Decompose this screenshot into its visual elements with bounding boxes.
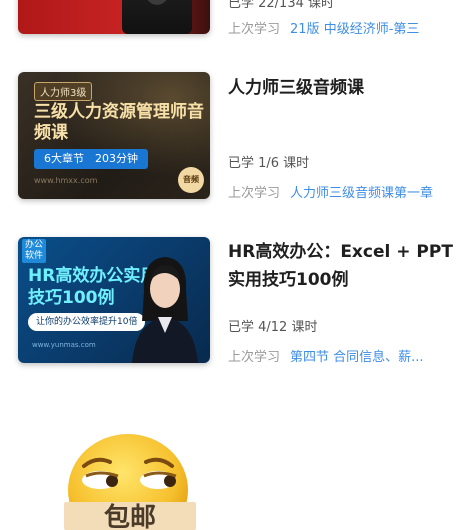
course-thumbnail-3[interactable]: 办公软件 HR高效办公实用技巧100例 让你的办公效率提升10倍 www.yun… xyxy=(18,237,210,363)
last-study-2[interactable]: 上次学习 人力师三级音频课第一章 xyxy=(228,182,464,201)
last-study-1[interactable]: 上次学习 21版 中级经济师-第三 xyxy=(228,18,464,37)
smirk-emoji-icon: 包邮 xyxy=(64,434,196,530)
lecturer-photo xyxy=(122,0,192,34)
thumbnail-url: www.yunmas.com xyxy=(32,341,96,349)
course-progress-2: 已学 1/6 课时 xyxy=(228,156,310,171)
last-lesson-link[interactable]: 第四节 合同信息、薪... xyxy=(290,350,424,365)
course-title-2[interactable]: 人力师三级音频课 xyxy=(228,74,458,102)
thumbnail-url: www.hmxx.com xyxy=(34,176,98,185)
thumbnail-subtitle: 让你的办公效率提升10倍 xyxy=(28,313,146,331)
thumbnail-title: 三级人力资源管理师音频课 xyxy=(34,102,204,143)
last-study-label: 上次学习 xyxy=(228,350,281,365)
thumbnail-tag: 办公软件 xyxy=(22,239,46,263)
course-thumbnail-1[interactable] xyxy=(18,0,210,34)
sticker-text: 包邮 xyxy=(104,502,156,530)
thumbnail-tag: 人力师3级 xyxy=(34,82,93,101)
course-progress-3: 已学 4/12 课时 xyxy=(228,320,318,335)
lecturer-photo xyxy=(132,257,198,363)
last-lesson-link[interactable]: 21版 中级经济师-第三 xyxy=(290,22,419,37)
audio-seal-icon: 音频 xyxy=(178,167,204,193)
last-study-3[interactable]: 上次学习 第四节 合同信息、薪... xyxy=(228,346,464,365)
course-title-3[interactable]: HR高效办公：Excel + PPT 实用技巧100例 xyxy=(228,238,458,294)
course-progress-1: 已学 22/134 课时 xyxy=(228,0,334,11)
thumbnail-meta: 6大章节 203分钟 xyxy=(34,149,148,169)
last-lesson-link[interactable]: 人力师三级音频课第一章 xyxy=(290,186,433,201)
last-study-label: 上次学习 xyxy=(228,22,281,37)
last-study-label: 上次学习 xyxy=(228,186,281,201)
course-thumbnail-2[interactable]: 人力师3级 三级人力资源管理师音频课 6大章节 203分钟 www.hmxx.c… xyxy=(18,72,210,199)
